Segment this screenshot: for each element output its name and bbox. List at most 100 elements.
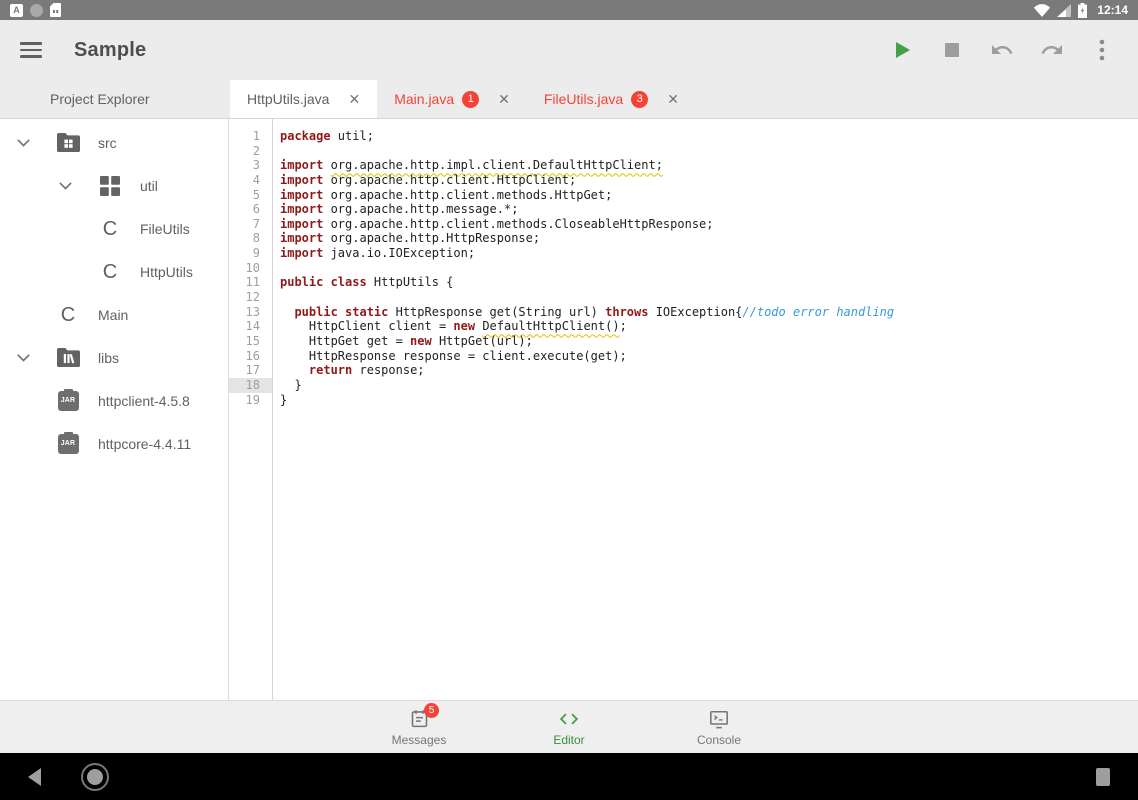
code-text (272, 290, 280, 305)
nav-editor[interactable]: Editor (494, 708, 644, 747)
undo-button[interactable] (990, 38, 1014, 62)
jar-icon: JAR (56, 434, 80, 454)
tab-fileutils-java[interactable]: FileUtils.java 3✕ (527, 80, 696, 118)
code-line[interactable]: 13 public static HttpResponse get(String… (229, 305, 1138, 320)
code-line[interactable]: 4import org.apache.http.client.HttpClien… (229, 173, 1138, 188)
tree-item-util[interactable]: util (0, 164, 228, 207)
tree-item-main[interactable]: CMain (0, 293, 228, 336)
toolbar: Sample (0, 20, 1138, 80)
status-bar: A 12:14 (0, 0, 1138, 20)
code-line[interactable]: 19} (229, 393, 1138, 408)
tree-item-fileutils[interactable]: C FileUtils (0, 207, 228, 250)
code-text: HttpClient client = new DefaultHttpClien… (272, 319, 627, 334)
tree-item-label: httpcore-4.4.11 (98, 436, 191, 452)
redo-button[interactable] (1040, 38, 1064, 62)
tree-item-libs[interactable]: libs (0, 336, 228, 379)
tree-item-src[interactable]: src (0, 121, 228, 164)
code-text: import org.apache.http.HttpResponse; (272, 231, 540, 246)
code-editor[interactable]: 1package util;23import org.apache.http.i… (229, 119, 1138, 700)
code-line[interactable]: 17 return response; (229, 363, 1138, 378)
code-line[interactable]: 12 (229, 290, 1138, 305)
android-home-button[interactable] (41, 763, 109, 791)
app-title: Sample (74, 39, 146, 62)
code-line[interactable]: 7import org.apache.http.client.methods.C… (229, 217, 1138, 232)
line-number: 17 (229, 363, 272, 378)
line-number: 7 (229, 217, 272, 232)
wifi-icon (1034, 4, 1050, 17)
code-text: HttpGet get = new HttpGet(url); (272, 334, 533, 349)
code-text: HttpResponse response = client.execute(g… (272, 349, 627, 364)
tree-item-httpclient-4-5-8[interactable]: JAR httpclient-4.5.8 (0, 379, 228, 422)
line-number: 10 (229, 261, 272, 276)
code-text (272, 261, 280, 276)
code-line[interactable]: 8import org.apache.http.HttpResponse; (229, 231, 1138, 246)
code-line[interactable]: 2 (229, 144, 1138, 159)
code-line[interactable]: 14 HttpClient client = new DefaultHttpCl… (229, 319, 1138, 334)
jar-badge-text: JAR (61, 397, 76, 404)
tree-item-label: httpclient-4.5.8 (98, 393, 190, 409)
tab-label: Main.java (394, 91, 454, 107)
class-icon: C (98, 262, 122, 282)
code-line[interactable]: 11public class HttpUtils { (229, 275, 1138, 290)
nav-messages[interactable]: 5 Messages (344, 708, 494, 747)
code-line[interactable]: 5import org.apache.http.client.methods.H… (229, 188, 1138, 203)
chevron-down-icon[interactable] (56, 182, 74, 190)
code-text: import org.apache.http.message.*; (272, 202, 518, 217)
nav-label: Console (697, 733, 741, 747)
nav-console[interactable]: Console (644, 708, 794, 747)
tab-httputils-java[interactable]: HttpUtils.java ✕ (230, 80, 377, 118)
tab-main-java[interactable]: Main.java 1 ✕ (377, 80, 527, 118)
code-line[interactable]: 15 HttpGet get = new HttpGet(url); (229, 334, 1138, 349)
code-line[interactable]: 16 HttpResponse response = client.execut… (229, 349, 1138, 364)
code-line[interactable]: 6import org.apache.http.message.*; (229, 202, 1138, 217)
close-icon[interactable]: ✕ (498, 92, 510, 106)
tree-item-httpcore-4-4-11[interactable]: JAR httpcore-4.4.11 (0, 422, 228, 465)
chevron-down-icon[interactable] (14, 354, 32, 362)
recents-icon (1096, 768, 1110, 786)
close-icon[interactable]: ✕ (667, 92, 679, 106)
tree-item-httputils[interactable]: C HttpUtils (0, 250, 228, 293)
tab-bar: Project Explorer HttpUtils.java ✕ Main.j… (0, 80, 1138, 119)
cellular-signal-icon (1057, 4, 1071, 17)
code-text: } (272, 378, 302, 393)
stop-icon (942, 40, 962, 60)
stop-button[interactable] (940, 38, 964, 62)
back-icon (28, 768, 41, 786)
line-number: 12 (229, 290, 272, 305)
tree-item-label: FileUtils (140, 221, 190, 237)
editor-code-icon (558, 708, 580, 730)
tab-badge: 1 (462, 91, 479, 108)
code-line[interactable]: 9import java.io.IOException; (229, 246, 1138, 261)
code-text: package util; (272, 129, 374, 144)
line-number: 1 (229, 129, 272, 144)
line-number: 11 (229, 275, 272, 290)
jar-badge-text: JAR (61, 440, 76, 447)
code-line[interactable]: 1package util; (229, 129, 1138, 144)
chevron-down-icon[interactable] (14, 139, 32, 147)
code-line[interactable]: 10 (229, 261, 1138, 276)
code-text: public class HttpUtils { (272, 275, 453, 290)
code-line[interactable]: 3import org.apache.http.impl.client.Defa… (229, 158, 1138, 173)
main-content: src util C FileUtils C HttpUtils CMain libs JAR h… (0, 119, 1138, 700)
tree-item-label: src (98, 135, 117, 151)
undo-icon (990, 38, 1014, 62)
close-icon[interactable]: ✕ (348, 92, 360, 106)
code-text: public static HttpResponse get(String ur… (272, 305, 894, 320)
tab-label: FileUtils.java (544, 91, 623, 107)
tree-item-label: HttpUtils (140, 264, 193, 280)
overflow-menu-button[interactable] (1090, 38, 1114, 62)
status-time: 12:14 (1097, 3, 1128, 17)
run-button[interactable] (890, 38, 914, 62)
tree-item-label: libs (98, 350, 119, 366)
app-screen: A 12:14 Sample (0, 0, 1138, 800)
package-folder-icon (56, 133, 80, 152)
android-back-button[interactable] (28, 768, 41, 786)
android-recents-button[interactable] (1096, 768, 1110, 786)
editor-tabs: HttpUtils.java ✕ Main.java 1 ✕ FileUtils.… (230, 80, 696, 118)
bottom-nav: 5 Messages Editor Console (0, 700, 1138, 753)
menu-button[interactable] (20, 42, 42, 58)
code-text: import org.apache.http.impl.client.Defau… (272, 158, 663, 173)
class-icon: C (98, 219, 122, 239)
code-line[interactable]: 18 } (229, 378, 1138, 393)
line-number: 2 (229, 144, 272, 159)
